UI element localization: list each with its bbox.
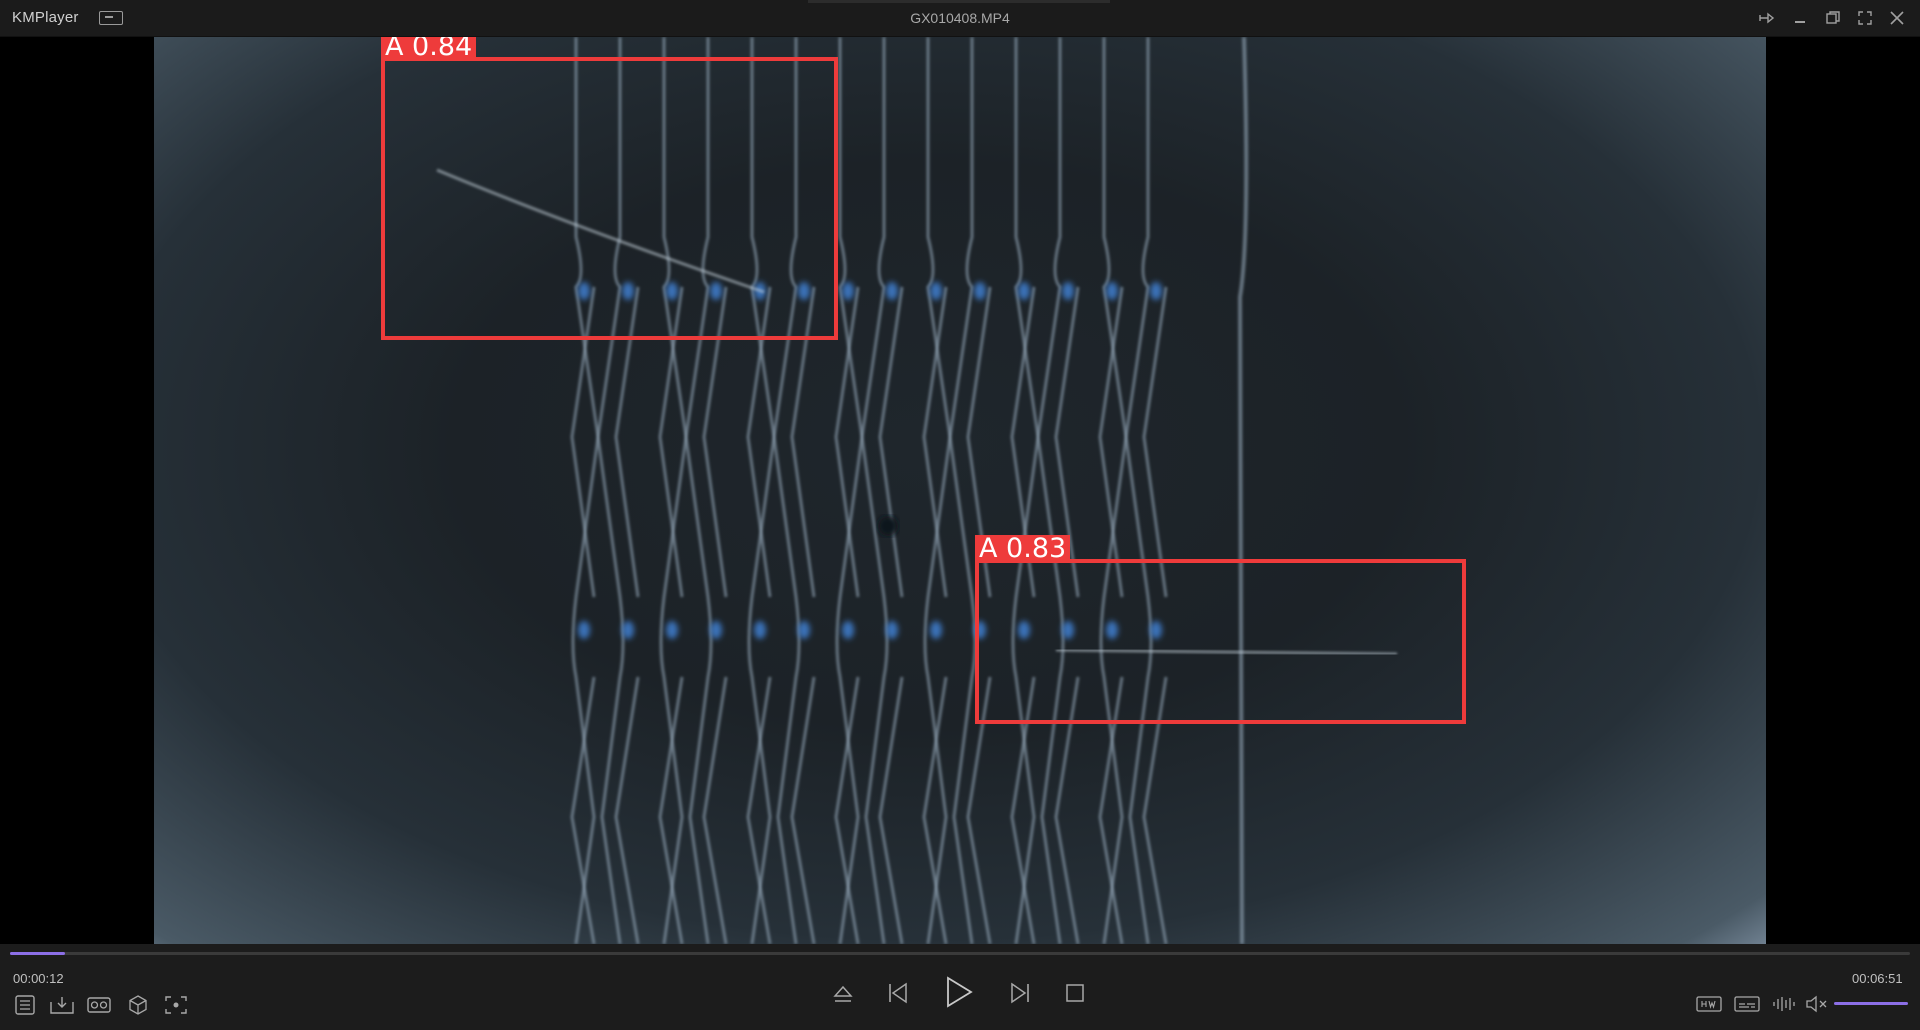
net-thread <box>1124 37 1153 944</box>
pin-icon[interactable] <box>1757 9 1777 27</box>
vr-icon[interactable] <box>86 994 112 1016</box>
video-frame[interactable]: A 0.84 A 0.83 <box>154 37 1766 944</box>
net-knot <box>930 282 942 300</box>
net-thread <box>702 286 728 944</box>
title-bar: KMPlayer GX010408.MP4 <box>0 0 1920 37</box>
net-knot <box>842 621 854 639</box>
detection-label: A 0.83 <box>975 535 1071 562</box>
mute-icon[interactable] <box>1804 994 1830 1014</box>
next-icon[interactable] <box>1007 980 1033 1006</box>
net-knot <box>666 621 678 639</box>
net-thread <box>614 286 640 944</box>
title-notch <box>808 0 1110 3</box>
net-thread <box>860 37 889 944</box>
window-title: GX010408.MP4 <box>910 10 1010 26</box>
net-thread <box>1237 37 1249 944</box>
net-thread <box>923 37 952 944</box>
capture-icon[interactable] <box>163 994 189 1016</box>
current-time: 00:00:12 <box>13 971 64 986</box>
minimize-icon[interactable] <box>1790 9 1810 27</box>
3d-icon[interactable] <box>127 994 149 1016</box>
previous-icon[interactable] <box>885 980 911 1006</box>
hw-decoder-icon[interactable] <box>1695 994 1723 1014</box>
restore-icon[interactable] <box>1822 9 1842 27</box>
net-knot <box>974 282 986 300</box>
video-area[interactable]: A 0.84 A 0.83 <box>0 37 1920 944</box>
seek-progress <box>10 952 66 955</box>
net-knot <box>798 621 810 639</box>
volume-slider[interactable] <box>1834 1002 1908 1005</box>
net-knot <box>930 621 942 639</box>
net-knot <box>1062 282 1074 300</box>
control-bar: 00:00:12 00:06:51 <box>0 944 1920 1030</box>
detection-box <box>975 559 1466 724</box>
net-knot <box>710 621 722 639</box>
net-knot <box>886 282 898 300</box>
net-thread <box>835 37 864 944</box>
net-knot <box>754 621 766 639</box>
equalizer-icon[interactable] <box>1771 994 1797 1014</box>
download-icon[interactable] <box>49 994 75 1016</box>
net-knot <box>578 621 590 639</box>
play-icon[interactable] <box>943 975 975 1009</box>
stop-icon[interactable] <box>1064 982 1086 1004</box>
net-thread <box>878 286 904 944</box>
total-time: 00:06:51 <box>1852 971 1903 986</box>
net-thread <box>1011 37 1040 944</box>
detection-label: A 0.84 <box>381 37 477 60</box>
net-knot <box>1106 282 1118 300</box>
net-knot <box>1018 282 1030 300</box>
eject-icon[interactable] <box>831 982 855 1006</box>
net-knot <box>1150 282 1162 300</box>
net-thread <box>948 37 977 944</box>
net-knot <box>842 282 854 300</box>
subtitle-icon[interactable] <box>1733 994 1761 1014</box>
net-thread <box>1036 37 1065 944</box>
net-thread <box>1099 37 1128 944</box>
detection-box <box>381 57 838 340</box>
net-knot <box>886 621 898 639</box>
fullscreen-icon[interactable] <box>1855 9 1875 27</box>
net-thread <box>790 286 816 944</box>
playlist-icon[interactable] <box>14 994 36 1016</box>
seek-bar[interactable] <box>10 952 1910 955</box>
net-knot <box>622 621 634 639</box>
close-icon[interactable] <box>1887 9 1907 27</box>
